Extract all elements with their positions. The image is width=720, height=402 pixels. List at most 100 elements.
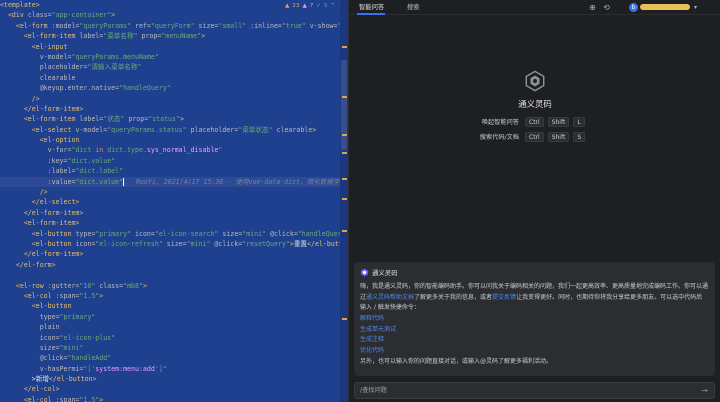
code-token: clearable (276, 125, 313, 134)
code-line[interactable]: <el-col :span="1.5"> (0, 395, 340, 402)
code-token: <el-row (0, 281, 48, 290)
chat-input-box[interactable]: → (354, 382, 715, 399)
code-token: icon= (135, 229, 155, 238)
code-line[interactable]: </el-form> (0, 260, 340, 270)
code-line[interactable]: /> (0, 187, 340, 197)
code-line[interactable]: <el-form-item label="状态" prop="status"> (0, 114, 340, 124)
send-icon[interactable]: → (701, 384, 708, 397)
inspection-widget[interactable]: ▲ 23 ▲ 7 ✓ 5 ⌃ ⌄ (283, 1, 345, 10)
code-token: type= (75, 229, 96, 238)
scrollbar-thumb[interactable] (341, 60, 347, 150)
warning-marker[interactable] (342, 178, 347, 180)
code-token: :span= (55, 395, 80, 402)
code-token: label= (79, 115, 104, 124)
code-token: > (111, 11, 116, 20)
code-line[interactable]: @click="handleAdd" (0, 353, 340, 363)
quick-command-unit-test[interactable]: 生成单元测试 (360, 325, 709, 336)
code-line[interactable]: <el-col :span="1.5"> (0, 291, 340, 301)
code-token: "dict (71, 146, 96, 155)
tab-search[interactable]: 搜索 (407, 0, 420, 15)
warning-marker[interactable] (342, 318, 347, 320)
warning-marker[interactable] (342, 152, 347, 154)
code-line[interactable]: <el-input (0, 42, 340, 52)
code-token: "el-icon-plus" (59, 333, 116, 342)
chat-input[interactable] (355, 383, 685, 398)
quick-command-comment[interactable]: 生成注释 (360, 335, 709, 346)
user-name-redacted[interactable] (640, 4, 690, 10)
code-line[interactable]: v-hasPermi="['system:menu:add']" (0, 364, 340, 374)
intro-message-card: 通义灵码 嗨，我是通义灵码，你的智能编码助手。你可以问我关于编码相关的问题，我们… (354, 262, 715, 376)
code-token: " (218, 146, 223, 155)
code-line[interactable]: </el-col> (0, 384, 340, 394)
code-line[interactable]: <el-row :gutter="10" class="mb8"> (0, 281, 340, 291)
code-line[interactable]: plain (0, 322, 340, 332)
code-line[interactable]: size="mini" (0, 343, 340, 353)
code-lines[interactable]: <template> <div class="app-container"> <… (0, 0, 340, 402)
code-editor[interactable]: <template> <div class="app-container"> <… (0, 0, 348, 402)
code-line[interactable] (0, 270, 340, 280)
code-line[interactable]: <el-form-item label="菜单名称" prop="menuNam… (0, 31, 340, 41)
code-line[interactable]: placeholder="请输入菜单名称" (0, 62, 340, 72)
code-token: size= (166, 239, 187, 248)
code-line[interactable]: <el-form :model="queryParams" ref="query… (0, 21, 340, 31)
code-line[interactable]: </el-form-item> (0, 208, 340, 218)
code-line[interactable]: </el-select> (0, 197, 340, 207)
code-line[interactable]: icon="el-icon-plus" (0, 333, 340, 343)
warning-marker[interactable] (342, 198, 347, 200)
new-chat-icon[interactable]: ⊕ (587, 2, 598, 13)
code-token: @click= (270, 229, 298, 238)
shortcut-label: 搜索代码/文档 (479, 134, 519, 141)
code-token: <el-form (0, 21, 52, 30)
code-token: "handleQuery" (119, 84, 171, 93)
chevron-down-icon[interactable]: ▾ (694, 2, 697, 13)
code-line[interactable]: type="primary" (0, 312, 340, 322)
code-line[interactable]: /> (0, 94, 340, 104)
prev-highlight-icon[interactable]: ⌃ (331, 3, 336, 9)
code-token: v-show= (309, 21, 338, 30)
history-icon[interactable]: ⟲ (601, 2, 612, 13)
warning-icon: ▲ (285, 2, 290, 9)
code-token: <el-col (0, 291, 56, 300)
avatar[interactable]: b (629, 3, 638, 12)
weak-warning-icon: ▲ (302, 2, 307, 9)
key-l: L (573, 116, 585, 127)
code-token: :span= (55, 291, 80, 300)
code-line[interactable]: @keyup.enter.native="handleQuery" (0, 83, 340, 93)
help-doc-link[interactable]: 通义灵码帮助文档 (366, 294, 414, 301)
code-line[interactable]: <el-button (0, 301, 340, 311)
code-token: class= (99, 281, 124, 290)
code-line[interactable]: </el-form-item> (0, 104, 340, 114)
code-token: "queryParams.status" (107, 125, 191, 134)
code-line[interactable]: v-model="queryParams.menuName" (0, 52, 340, 62)
code-line[interactable]: <el-select v-model="queryParams.status" … (0, 125, 340, 135)
code-line[interactable]: >新增</el-button> (0, 374, 340, 384)
code-line[interactable]: :key="dict.value" (0, 156, 340, 166)
code-line[interactable]: <div class="app-container"> (0, 10, 340, 20)
code-line[interactable]: v-for="dict in dict.type.sys_normal_disa… (0, 145, 340, 155)
code-line[interactable]: :label="dict.label" (0, 166, 340, 176)
quick-command-optimize[interactable]: 优化代码 (360, 346, 709, 357)
code-token: </el-button> (307, 239, 340, 248)
code-line[interactable]: <el-button type="primary" icon="el-icon-… (0, 229, 340, 239)
code-line[interactable]: <el-form-item> (0, 218, 340, 228)
code-token: in (95, 146, 108, 155)
warning-marker[interactable] (342, 230, 347, 232)
quick-command-explain[interactable]: 解释代码 (360, 314, 709, 325)
code-line[interactable]: clearable (0, 73, 340, 83)
code-token: "el-icon-refresh" (95, 239, 167, 248)
editor-scrollbar[interactable] (340, 0, 348, 402)
intro-text: 嗨，我是通义灵码，你的智能编码助手。你可以问我关于编码相关的问题，我们一起更高效… (360, 282, 708, 314)
warning-marker[interactable] (342, 46, 347, 48)
code-line[interactable]: </el-form-item> (0, 249, 340, 259)
warning-marker[interactable] (342, 134, 347, 136)
code-token: @click= (0, 354, 68, 363)
code-token: "dict.label" (75, 167, 124, 176)
code-token: > (142, 281, 147, 290)
code-line[interactable]: <el-button icon="el-icon-refresh" size="… (0, 239, 340, 249)
code-line[interactable]: <el-option (0, 135, 340, 145)
code-line[interactable]: :value="dict.value" RuoYi, 2021/4/17 15:… (0, 176, 340, 188)
feedback-link[interactable]: 提交反馈 (492, 294, 516, 301)
weak-warning-count: 7 (309, 2, 314, 9)
warning-marker[interactable] (342, 96, 347, 98)
card-title: 通义灵码 (372, 268, 398, 277)
